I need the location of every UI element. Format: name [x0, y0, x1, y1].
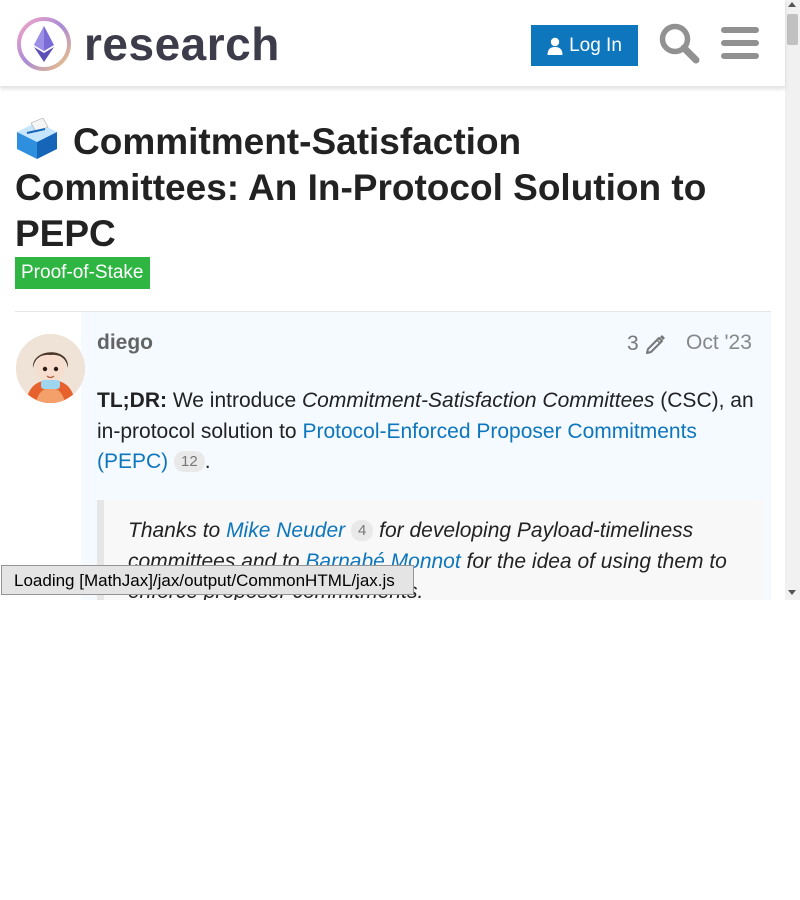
ethereum-logo-icon [17, 17, 71, 71]
user-icon [547, 37, 563, 55]
user-avatar-image [16, 334, 85, 403]
site-header: research Log In [0, 0, 785, 87]
intro-text: We introduce [166, 389, 302, 412]
hamburger-menu-icon [721, 27, 759, 59]
post-edit-history[interactable]: 3 [627, 332, 667, 356]
scroll-down-arrow-icon[interactable] [788, 590, 796, 595]
mathjax-loading-status: Loading [MathJax]/jax/output/CommonHTML/… [1, 565, 414, 595]
mike-neuder-link-click-count: 4 [350, 520, 374, 541]
scrollbar-thumb[interactable] [787, 14, 798, 45]
sentence-period: . [204, 450, 211, 473]
browser-viewport: research Log In Commitment-Satisfaction … [0, 0, 800, 600]
category-badge[interactable]: Proof-of-Stake [15, 257, 150, 289]
page-scrollbar[interactable] [785, 0, 800, 600]
login-button[interactable]: Log In [531, 25, 638, 66]
csc-term: Commitment-Satisfaction Committees [302, 389, 655, 412]
hamburger-menu-button[interactable] [721, 26, 759, 60]
search-icon [659, 23, 700, 64]
post-author-username[interactable]: diego [97, 331, 153, 355]
logo-text: research [84, 18, 280, 70]
quote-prefix: Thanks to [128, 519, 227, 542]
pencil-icon [645, 335, 665, 354]
login-label: Log In [569, 34, 622, 56]
edit-count: 3 [627, 332, 639, 355]
post-date[interactable]: Oct '23 [686, 331, 752, 355]
site-logo[interactable]: research [16, 14, 296, 74]
avatar[interactable] [16, 334, 85, 403]
mike-neuder-link[interactable]: Mike Neuder [226, 519, 345, 542]
search-button[interactable] [658, 22, 700, 64]
pepc-link-click-count: 12 [174, 451, 205, 472]
topic-title-text: Commitment-Satisfaction Committees: An I… [15, 121, 707, 254]
ballot-box-emoji-icon [17, 118, 57, 159]
tldr-label: TL;DR: [97, 389, 167, 412]
topic-title[interactable]: Commitment-Satisfaction Committees: An I… [15, 118, 735, 257]
scroll-up-arrow-icon[interactable] [788, 2, 796, 7]
post-tldr-paragraph: TL;DR: We introduce Commitment-Satisfact… [97, 386, 757, 478]
